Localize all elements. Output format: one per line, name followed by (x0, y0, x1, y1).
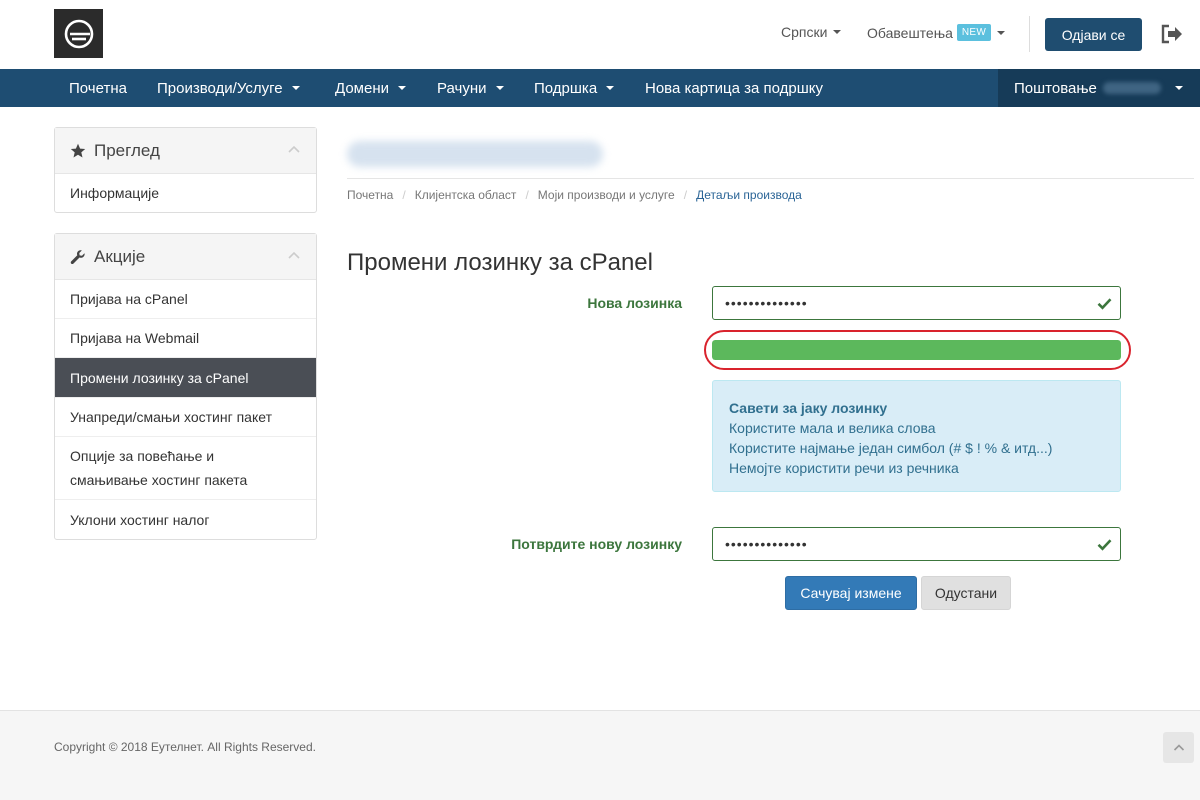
sidebar-item-label: Пријава на Webmail (70, 330, 200, 346)
actions-title: Акције (94, 246, 146, 266)
chevron-down-icon (833, 30, 842, 34)
password-strength-fill (712, 340, 1121, 360)
new-password-value: •••••••••••••• (725, 295, 808, 311)
sidebar-item-upgrade-options[interactable]: Опције за повећање и смањивање хостинг п… (55, 437, 316, 500)
nav-label: Рачуни (437, 79, 487, 97)
breadcrumb-client-area[interactable]: Клијентска област (415, 188, 517, 202)
sign-out-icon[interactable] (1160, 23, 1184, 45)
save-button[interactable]: Сачувај измене (785, 576, 917, 610)
check-icon (1097, 298, 1112, 310)
nav-domains[interactable]: Домени (335, 69, 406, 107)
breadcrumb-my-products[interactable]: Моји производи и услуге (538, 188, 675, 202)
breadcrumb-separator: / (525, 188, 529, 202)
sidebar-item-label: Опције за повећање и смањивање хостинг п… (70, 448, 248, 488)
main-nav: Почетна Производи/Услуге Домени Рачуни П… (0, 69, 1200, 107)
new-badge: NEW (956, 24, 992, 41)
nav-new-ticket[interactable]: Нова картица за подршку (645, 69, 823, 107)
sidebar-item-cancel-account[interactable]: Уклони хостинг налог (55, 500, 316, 539)
actions-panel-heading[interactable]: Акције (55, 234, 316, 280)
user-menu[interactable]: Поштовање (998, 69, 1200, 107)
chevron-down-icon (291, 86, 300, 90)
tips-title: Савети за јаку лозинку (729, 400, 888, 416)
title-divider (347, 178, 1194, 179)
nav-label: Нова картица за подршку (645, 79, 823, 97)
new-password-field[interactable]: •••••••••••••• (712, 286, 1121, 320)
blurred-username (1102, 82, 1161, 94)
tip-line: Користите мала и велика слова (729, 420, 936, 436)
nav-support[interactable]: Подршка (534, 69, 615, 107)
sidebar-item-change-password[interactable]: Промени лозинку за cPanel (55, 358, 316, 398)
cancel-button[interactable]: Одустани (921, 576, 1011, 610)
header-divider (1029, 16, 1030, 52)
page-title: Промени лозинку за cPanel (347, 249, 653, 276)
overview-title: Преглед (94, 140, 160, 160)
check-icon (1097, 539, 1112, 551)
back-to-top-button[interactable] (1163, 732, 1194, 763)
confirm-password-value: •••••••••••••• (725, 536, 808, 552)
chevron-down-icon (495, 86, 504, 90)
star-icon (70, 143, 86, 159)
breadcrumb-product-details: Детаљи производа (696, 188, 802, 202)
chevron-down-icon (1174, 86, 1183, 90)
breadcrumb: Почетна / Клијентска област / Моји произ… (347, 188, 802, 202)
chevron-down-icon (606, 86, 615, 90)
tip-line: Немојте користити речи из речника (729, 460, 959, 476)
breadcrumb-separator: / (402, 188, 406, 202)
sidebar-item-upgrade-downgrade[interactable]: Унапреди/смањи хостинг пакет (55, 398, 316, 437)
breadcrumb-home[interactable]: Почетна (347, 188, 393, 202)
confirm-password-label: Потврдите нову лозинку (511, 536, 682, 552)
nav-invoices[interactable]: Рачуни (437, 69, 504, 107)
chevron-down-icon (398, 86, 406, 90)
brand-logo[interactable] (54, 9, 103, 58)
sidebar-item-label: Пријава на cPanel (70, 291, 188, 307)
password-strength-meter (712, 340, 1121, 360)
nav-home[interactable]: Почетна (69, 69, 127, 107)
sidebar-item-information[interactable]: Информације (55, 174, 316, 212)
nav-label: Почетна (69, 79, 127, 97)
wrench-icon (70, 249, 86, 265)
nav-products[interactable]: Производи/Услуге (157, 69, 300, 107)
copyright-text: Copyright © 2018 Еутелнет. All Rights Re… (54, 740, 316, 754)
blurred-domain (347, 141, 603, 167)
overview-panel: Преглед Информације (54, 127, 317, 213)
chevron-down-icon (997, 30, 1006, 35)
sidebar-item-webmail-login[interactable]: Пријава на Webmail (55, 319, 316, 358)
chevron-up-icon (1173, 743, 1184, 751)
overview-panel-heading[interactable]: Преглед (55, 128, 316, 174)
notifications-label: Обавештења (867, 24, 953, 41)
logo-icon (64, 19, 93, 48)
language-label: Српски (781, 24, 828, 40)
confirm-password-field[interactable]: •••••••••••••• (712, 527, 1121, 561)
sidebar-item-label: Унапреди/смањи хостинг пакет (70, 409, 272, 425)
language-selector[interactable]: Српски (781, 24, 842, 40)
nav-label: Домени (335, 79, 389, 97)
actions-panel: Акције Пријава на cPanel Пријава на Webm… (54, 233, 317, 540)
breadcrumb-separator: / (683, 188, 688, 202)
nav-label: Подршка (534, 79, 598, 97)
notifications-menu[interactable]: Обавештења NEW (867, 24, 1006, 41)
sidebar-item-cpanel-login[interactable]: Пријава на cPanel (55, 280, 316, 319)
blurred-domain-title (347, 138, 607, 170)
sidebar-item-label: Уклони хостинг налог (70, 511, 210, 528)
new-password-label: Нова лозинка (587, 295, 682, 311)
top-header: Српски Обавештења NEW Одјави се (0, 0, 1200, 69)
sidebar-item-label: Информације (70, 185, 160, 201)
logout-button[interactable]: Одјави се (1045, 18, 1142, 51)
sidebar-item-label: Промени лозинку за cPanel (70, 369, 249, 386)
footer: Copyright © 2018 Еутелнет. All Rights Re… (0, 710, 1200, 800)
password-tips: Савети за јаку лозинку Користите мала и … (712, 380, 1121, 492)
nav-label: Производи/Услуге (157, 79, 283, 97)
tip-line: Користите најмање један симбол (# $ ! % … (729, 440, 1053, 456)
chevron-up-icon[interactable] (288, 144, 300, 156)
user-greeting: Поштовање (1014, 79, 1097, 97)
chevron-up-icon[interactable] (288, 250, 300, 262)
